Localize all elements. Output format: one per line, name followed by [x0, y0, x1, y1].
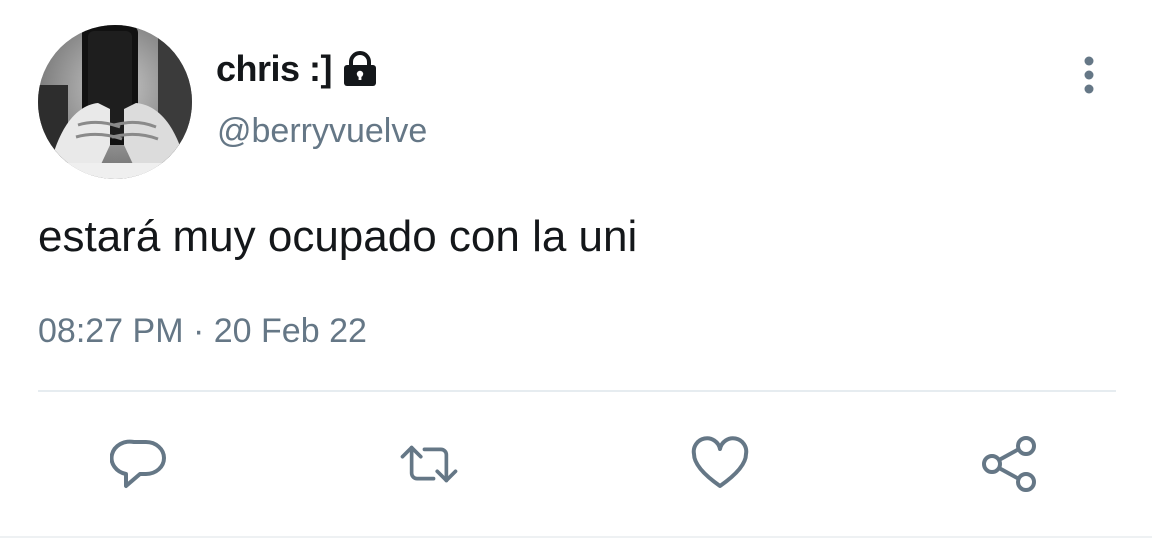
like-button[interactable] [688, 432, 752, 496]
reply-button[interactable] [108, 432, 172, 496]
share-icon [982, 436, 1036, 492]
tweet-text: estará muy ocupado con la uni [38, 212, 638, 261]
retweet-button[interactable] [397, 432, 461, 496]
display-name[interactable]: chris :] [216, 46, 380, 92]
lock-icon [340, 51, 380, 87]
share-button[interactable] [978, 432, 1042, 496]
tweet-timestamp[interactable]: 08:27 PM · 20 Feb 22 [38, 312, 367, 351]
avatar[interactable] [38, 25, 192, 179]
more-options-button[interactable] [1072, 52, 1106, 98]
heart-icon [691, 436, 749, 488]
bottom-divider [0, 536, 1152, 538]
retweet-icon [400, 445, 458, 483]
user-handle[interactable]: @berryvuelve [217, 112, 427, 151]
divider [38, 390, 1116, 392]
meta-separator: · [192, 312, 205, 350]
tweet-date: 20 Feb 22 [213, 312, 367, 350]
tweet-time: 08:27 PM [38, 312, 184, 350]
display-name-text: chris :] [216, 48, 333, 89]
reply-icon [110, 439, 166, 488]
avatar-photo [38, 25, 192, 179]
vertical-dots-icon [1084, 56, 1094, 94]
